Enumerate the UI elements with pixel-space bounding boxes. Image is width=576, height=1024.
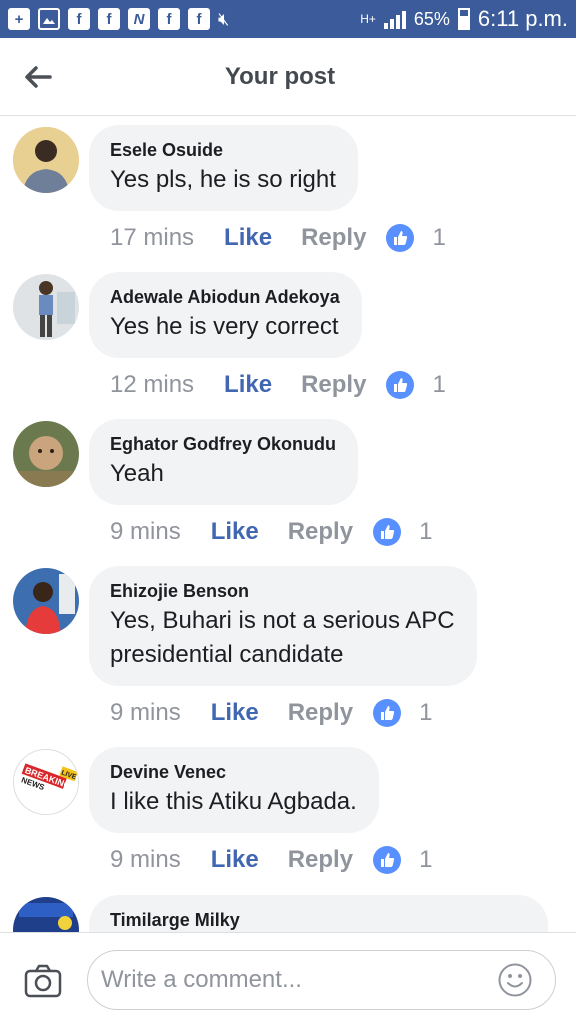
comment-bubble[interactable]: Esele Osuide Yes pls, he is so right [89, 125, 358, 211]
facebook-icon: f [158, 8, 180, 30]
comment-text: I like this Atiku Agbada. [110, 788, 357, 815]
like-count[interactable]: 1 [419, 846, 432, 874]
avatar[interactable] [13, 274, 79, 340]
comment-bubble[interactable]: Adewale Abiodun Adekoya Yes he is very c… [89, 272, 362, 358]
battery-icon [457, 8, 470, 30]
comment-text: Yes he is very correct [110, 313, 339, 340]
like-count[interactable]: 1 [432, 224, 445, 252]
comment-text: Yeah [110, 460, 164, 487]
n-app-icon: N [128, 8, 150, 30]
avatar[interactable] [13, 897, 79, 932]
thumbs-up-icon[interactable] [386, 224, 415, 252]
emoji-button[interactable] [497, 962, 533, 998]
battery-percent: 65% [413, 8, 450, 29]
reply-button[interactable]: Reply [288, 518, 353, 546]
like-button[interactable]: Like [211, 846, 259, 874]
clock: 6:11 p.m. [477, 6, 568, 31]
avatar[interactable]: BREAKING NEWS LIVE [13, 749, 79, 815]
image-icon [38, 8, 60, 30]
network-type: H+ [360, 12, 376, 26]
comment-text: presidential candidate [110, 641, 344, 668]
reply-button[interactable]: Reply [301, 371, 366, 399]
comment-meta: 12 mins Like Reply 1 [110, 368, 446, 402]
mute-icon: 🔇︎ [218, 8, 230, 29]
comment-composer: Write a comment... [0, 932, 576, 1024]
comment-text: Yes, Buhari is not a serious APC [110, 607, 455, 634]
smile-icon [498, 963, 532, 997]
comment-meta: 17 mins Like Reply 1 [110, 221, 446, 255]
facebook-icon: f [98, 8, 120, 30]
comment-meta: 9 mins Like Reply 1 [110, 696, 432, 730]
comment-bubble[interactable]: Ehizojie Benson Yes, Buhari is not a ser… [89, 566, 477, 686]
page-header: Your post [0, 38, 576, 116]
thumbs-up-icon[interactable] [386, 371, 415, 399]
signal-icon [383, 9, 406, 29]
like-button[interactable]: Like [224, 224, 272, 252]
comment-time[interactable]: 17 mins [110, 224, 194, 252]
thumbs-up-icon[interactable] [373, 846, 402, 874]
like-button[interactable]: Like [211, 699, 259, 727]
facebook-icon: f [68, 8, 90, 30]
thumbs-up-icon[interactable] [373, 699, 402, 727]
facebook-icon: f [188, 8, 210, 30]
thumbs-up-icon[interactable] [373, 518, 402, 546]
comment-author[interactable]: Timilarge Milky [110, 909, 526, 931]
back-button[interactable] [20, 60, 56, 94]
comment-bubble[interactable]: Timilarge Milky [89, 895, 548, 932]
comment-meta: 9 mins Like Reply 1 [110, 515, 432, 549]
comment-author[interactable]: Eghator Godfrey Okonudu [110, 433, 336, 455]
plus-icon: + [8, 8, 30, 30]
page-title: Your post [224, 62, 336, 90]
arrow-left-icon [25, 66, 52, 88]
camera-button[interactable] [24, 963, 62, 999]
comment-text: Yes pls, he is so right [110, 166, 336, 193]
comment-time[interactable]: 9 mins [110, 699, 181, 727]
camera-icon [24, 964, 62, 998]
like-count[interactable]: 1 [432, 371, 445, 399]
reply-button[interactable]: Reply [288, 846, 353, 874]
like-button[interactable]: Like [211, 518, 259, 546]
comment-time[interactable]: 12 mins [110, 371, 194, 399]
comment-author[interactable]: Esele Osuide [110, 139, 336, 161]
comment-meta: 9 mins Like Reply 1 [110, 843, 432, 877]
comment-bubble[interactable]: Devine Venec I like this Atiku Agbada. [89, 747, 379, 833]
comment-list[interactable]: Esele Osuide Yes pls, he is so right 17 … [0, 117, 576, 932]
like-count[interactable]: 1 [419, 518, 432, 546]
comment-author[interactable]: Devine Venec [110, 761, 357, 783]
status-bar: + f f N f f 🔇︎ H+ 65% 6:11 p.m. [0, 0, 576, 38]
comment-input-placeholder: Write a comment... [101, 966, 302, 993]
comment-time[interactable]: 9 mins [110, 846, 181, 874]
avatar[interactable] [13, 421, 79, 487]
reply-button[interactable]: Reply [301, 224, 366, 252]
avatar[interactable] [13, 127, 79, 193]
like-count[interactable]: 1 [419, 699, 432, 727]
like-button[interactable]: Like [224, 371, 272, 399]
comment-author[interactable]: Adewale Abiodun Adekoya [110, 286, 340, 308]
comment-time[interactable]: 9 mins [110, 518, 181, 546]
comment-input[interactable]: Write a comment... [87, 950, 556, 1010]
comment-bubble[interactable]: Eghator Godfrey Okonudu Yeah [89, 419, 359, 505]
avatar[interactable] [13, 568, 79, 634]
reply-button[interactable]: Reply [288, 699, 353, 727]
comment-author[interactable]: Ehizojie Benson [110, 580, 455, 602]
